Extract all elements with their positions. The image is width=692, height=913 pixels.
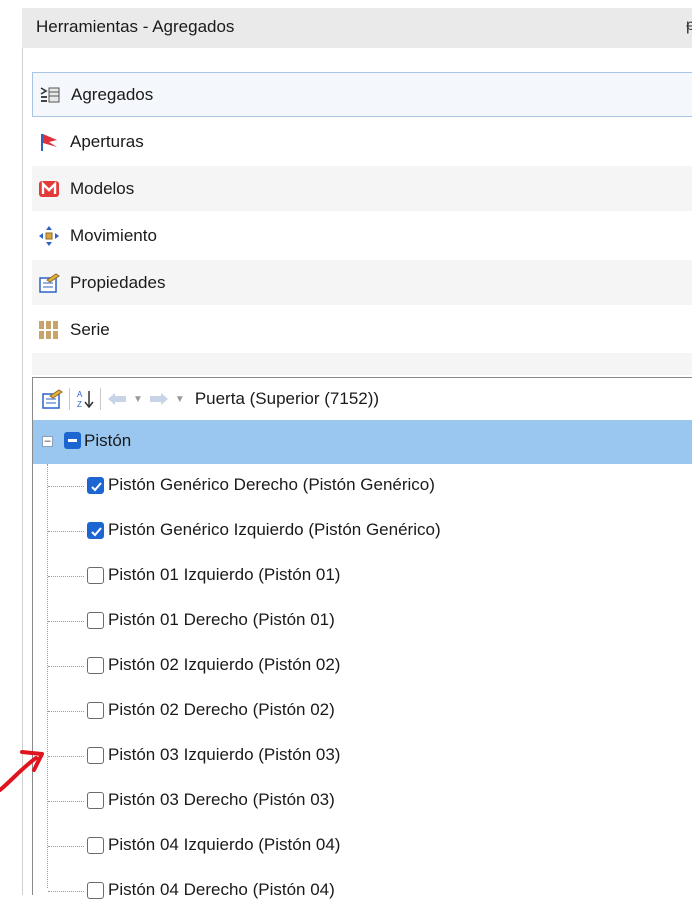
back-dropdown-icon[interactable]: ▼	[133, 394, 143, 405]
tree-item[interactable]: Pistón 03 Derecho (Pistón 03)	[33, 779, 692, 823]
tree-item-label: Pistón 02 Izquierdo (Pistón 02)	[108, 655, 341, 674]
tree-item[interactable]: Pistón 02 Derecho (Pistón 02)	[33, 689, 692, 733]
tool-serie[interactable]: Serie	[32, 307, 692, 352]
tree-connector	[48, 621, 84, 622]
tree-item-label: Pistón Genérico Izquierdo (Pistón Genéri…	[108, 520, 441, 539]
tree-root-piston[interactable]: – Pistón	[33, 420, 692, 464]
tool-modelos[interactable]: Modelos	[32, 166, 692, 211]
agregados-icon	[39, 84, 61, 106]
tree-connector	[48, 891, 84, 892]
tree-item[interactable]: Pistón 04 Izquierdo (Pistón 04)	[33, 824, 692, 868]
toolbar-separator	[69, 388, 70, 410]
sort-az-icon[interactable]: A Z	[76, 388, 94, 410]
tree-item-label: Pistón Genérico Derecho (Pistón Genérico…	[108, 475, 435, 494]
tree-connector	[48, 666, 84, 667]
tree-item[interactable]: Pistón 01 Izquierdo (Pistón 01)	[33, 554, 692, 598]
panel-title: Herramientas - Agregados	[36, 17, 235, 36]
modelos-m-icon	[38, 178, 60, 200]
tree-item-label: Pistón 04 Izquierdo (Pistón 04)	[108, 835, 341, 854]
movimiento-arrows-icon	[38, 225, 60, 247]
tool-propiedades[interactable]: Propiedades	[32, 260, 692, 305]
tree-item-label: Pistón 01 Derecho (Pistón 01)	[108, 610, 335, 629]
tree-connector	[48, 846, 84, 847]
toolbar-separator	[100, 388, 101, 410]
checkbox-checked[interactable]	[87, 522, 104, 539]
current-object-path: Puerta (Superior (7152))	[194, 389, 380, 408]
checkbox-unchecked[interactable]	[87, 702, 104, 719]
tool-label: Agregados	[71, 84, 154, 104]
checkbox-checked[interactable]	[87, 477, 104, 494]
panel-title-bar: Herramientas - Agregados ᵽ	[22, 8, 692, 48]
tool-movimiento[interactable]: Movimiento	[32, 213, 692, 258]
red-annotation-arrow-icon	[0, 750, 44, 792]
checkbox-unchecked[interactable]	[87, 882, 104, 899]
tool-label: Serie	[70, 319, 110, 339]
forward-arrow-icon[interactable]	[149, 391, 169, 407]
checkbox-unchecked[interactable]	[87, 792, 104, 809]
checkbox-unchecked[interactable]	[87, 747, 104, 764]
tool-agregados[interactable]: Agregados	[32, 72, 692, 117]
tree-item-label: Pistón 03 Derecho (Pistón 03)	[108, 790, 335, 809]
tree-item[interactable]: Pistón 01 Derecho (Pistón 01)	[33, 599, 692, 643]
collapse-icon[interactable]: –	[42, 436, 53, 447]
checkbox-unchecked[interactable]	[87, 612, 104, 629]
tree-item-label: Pistón 04 Derecho (Pistón 04)	[108, 880, 335, 899]
tree-connector	[48, 531, 84, 532]
checkbox-unchecked[interactable]	[87, 567, 104, 584]
propiedades-icon[interactable]	[41, 388, 63, 410]
tree-toolbar: A Z ▼ ▼ Puerta (Superior (7152))	[33, 378, 692, 420]
aperturas-flag-icon	[38, 131, 60, 153]
svg-text:A: A	[77, 390, 83, 399]
tree-item-label: Pistón 03 Izquierdo (Pistón 03)	[108, 745, 341, 764]
tool-aperturas[interactable]: Aperturas	[32, 119, 692, 164]
checkbox-unchecked[interactable]	[87, 837, 104, 854]
tool-label: Aperturas	[70, 131, 144, 151]
back-arrow-icon[interactable]	[107, 391, 127, 407]
tree-connector	[48, 486, 84, 487]
tree-item[interactable]: Pistón Genérico Izquierdo (Pistón Genéri…	[33, 509, 692, 553]
tree-item-label: Pistón 02 Derecho (Pistón 02)	[108, 700, 335, 719]
pin-icon[interactable]: ᵽ	[686, 17, 692, 35]
svg-text:Z: Z	[77, 400, 82, 409]
tree-item-label: Pistón 01 Izquierdo (Pistón 01)	[108, 565, 341, 584]
tree-connector	[48, 801, 84, 802]
root-partial-checkbox[interactable]	[64, 432, 81, 449]
checkbox-unchecked[interactable]	[87, 657, 104, 674]
tree-connector	[48, 576, 84, 577]
tree-item[interactable]: Pistón 04 Derecho (Pistón 04)	[33, 869, 692, 913]
forward-dropdown-icon[interactable]: ▼	[175, 394, 185, 405]
tools-list-spacer	[32, 353, 692, 375]
tool-label: Movimiento	[70, 225, 157, 245]
serie-grid-icon	[38, 319, 60, 341]
tree-root-label: Pistón	[84, 431, 132, 450]
tree-item[interactable]: Pistón 02 Izquierdo (Pistón 02)	[33, 644, 692, 688]
tree-item[interactable]: Pistón 03 Izquierdo (Pistón 03)	[33, 734, 692, 778]
tool-label: Propiedades	[70, 272, 166, 292]
propiedades-icon	[38, 272, 60, 294]
tool-label: Modelos	[70, 178, 135, 198]
tree-item[interactable]: Pistón Genérico Derecho (Pistón Genérico…	[33, 464, 692, 508]
tree-connector	[48, 711, 84, 712]
property-tree: A Z ▼ ▼ Puerta (Superior (7152)) – Pistó…	[32, 377, 692, 899]
